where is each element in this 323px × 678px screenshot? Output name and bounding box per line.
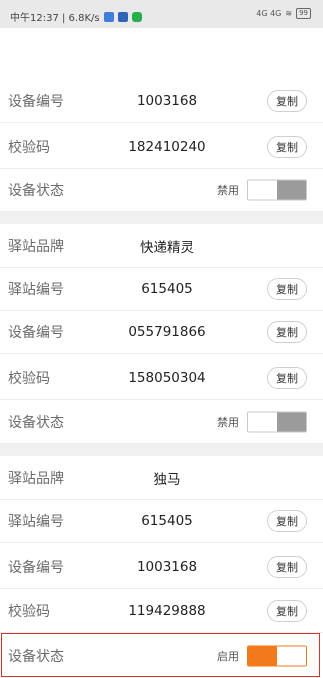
- app-notification-icon: [117, 11, 128, 22]
- device-no-label: 设备编号: [8, 94, 64, 110]
- device-no-label: 设备编号: [8, 560, 64, 576]
- copy-device-no-button[interactable]: 复制: [267, 90, 307, 112]
- station-no-label: 驿站编号: [8, 514, 64, 530]
- station-no-row: 驿站编号 615405 复制: [0, 500, 323, 543]
- copy-device-no-button[interactable]: 复制: [267, 321, 307, 343]
- section-divider: [0, 444, 323, 456]
- station-no-value: 615405: [141, 513, 193, 529]
- copy-check-code-button[interactable]: 复制: [267, 367, 307, 389]
- device-no-row: 设备编号 1003168 复制: [0, 546, 323, 589]
- device-no-label: 设备编号: [8, 325, 64, 341]
- device-status-label: 设备状态: [8, 415, 64, 431]
- check-code-label: 校验码: [8, 604, 50, 620]
- device-no-row: 设备编号 055791866 复制: [0, 311, 323, 354]
- device-status-toggle[interactable]: [247, 411, 307, 433]
- copy-check-code-button[interactable]: 复制: [267, 600, 307, 622]
- copy-station-no-button[interactable]: 复制: [267, 510, 307, 532]
- check-code-row: 校验码 119429888 复制: [0, 590, 323, 633]
- brand-label: 驿站品牌: [8, 239, 64, 255]
- brand-value: 独马: [153, 472, 181, 488]
- device-status-text: 禁用: [217, 416, 239, 429]
- header-space: [0, 28, 323, 80]
- copy-check-code-button[interactable]: 复制: [267, 136, 307, 158]
- device-no-row: 设备编号 1003168 复制: [0, 80, 323, 123]
- check-code-row: 校验码 158050304 复制: [0, 357, 323, 400]
- brand-label: 驿站品牌: [8, 471, 64, 487]
- section-divider: [0, 212, 323, 224]
- status-bar: 中午12:37 | 6.8K/s 4G 4G ≋ 99: [0, 0, 323, 28]
- brand-value: 快递精灵: [140, 240, 194, 256]
- copy-device-no-button[interactable]: 复制: [267, 556, 307, 578]
- device-no-value: 055791866: [128, 324, 206, 340]
- device-status-row: 设备状态 启用: [0, 634, 323, 677]
- phone-notification-icon: [131, 11, 142, 22]
- device-status-toggle[interactable]: [247, 179, 307, 201]
- battery-icon: 99: [296, 8, 311, 19]
- app-notification-icon: [103, 11, 114, 22]
- wifi-icon: ≋: [285, 9, 293, 18]
- device-status-label: 设备状态: [8, 648, 64, 665]
- device-status-toggle[interactable]: [247, 645, 307, 666]
- device-status-row: 设备状态 禁用: [0, 401, 323, 444]
- copy-station-no-button[interactable]: 复制: [267, 278, 307, 300]
- check-code-label: 校验码: [8, 140, 50, 156]
- device-no-value: 1003168: [136, 93, 198, 109]
- signal-icon: 4G 4G: [256, 9, 282, 18]
- check-code-label: 校验码: [8, 371, 50, 387]
- device-no-value: 1003168: [136, 559, 198, 575]
- station-no-row: 驿站编号 615405 复制: [0, 268, 323, 311]
- device-status-row: 设备状态 禁用: [0, 169, 323, 212]
- check-code-value: 182410240: [128, 139, 206, 155]
- check-code-value: 119429888: [128, 603, 206, 619]
- device-status-label: 设备状态: [8, 183, 64, 199]
- check-code-value: 158050304: [128, 370, 206, 386]
- station-no-label: 驿站编号: [8, 282, 64, 298]
- brand-row: 驿站品牌 独马: [0, 457, 323, 500]
- status-time-speed: 中午12:37 | 6.8K/s: [10, 13, 100, 24]
- brand-row: 驿站品牌 快递精灵: [0, 225, 323, 268]
- device-status-text: 禁用: [217, 184, 239, 197]
- check-code-row: 校验码 182410240 复制: [0, 126, 323, 169]
- station-no-value: 615405: [141, 281, 193, 297]
- device-status-text: 启用: [217, 649, 239, 663]
